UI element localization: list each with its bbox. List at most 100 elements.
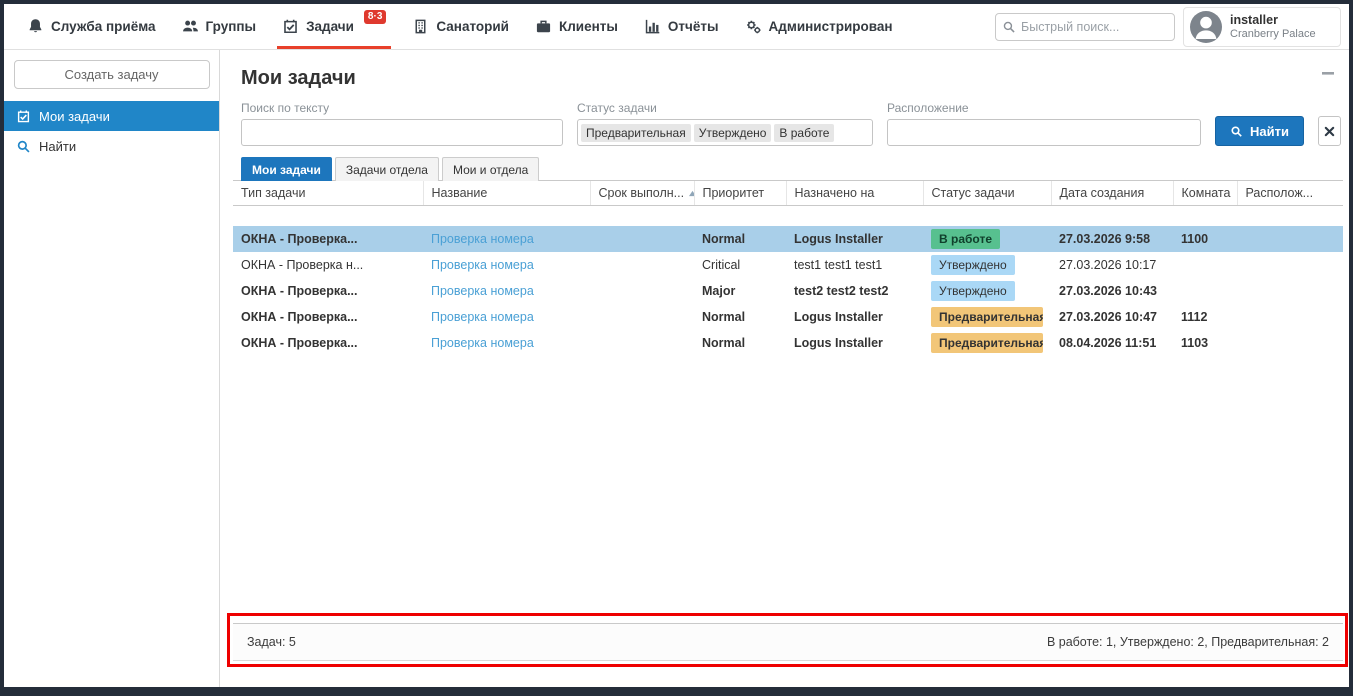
col-priority[interactable]: Приоритет xyxy=(694,181,786,206)
task-tabs: Мои задачи Задачи отдела Мои и отдела xyxy=(241,156,1343,180)
nav-label: Санаторий xyxy=(436,19,509,34)
nav-item-reports[interactable]: Отчёты xyxy=(631,4,732,49)
clear-filters-button[interactable] xyxy=(1318,116,1341,146)
tasks-count: Задач: 5 xyxy=(247,635,296,649)
status-badge: Утверждено xyxy=(931,255,1015,275)
cell-priority: Major xyxy=(694,278,786,304)
col-room[interactable]: Комната xyxy=(1173,181,1237,206)
status-badge: Утверждено xyxy=(931,281,1015,301)
status-chip[interactable]: В работе xyxy=(774,124,834,142)
location-filter-input[interactable] xyxy=(887,119,1201,146)
location-filter-label: Расположение xyxy=(887,101,1201,115)
status-filter-label: Статус задачи xyxy=(577,101,873,115)
cell-priority: Critical xyxy=(694,252,786,278)
cell-location xyxy=(1237,226,1343,252)
task-link[interactable]: Проверка номера xyxy=(431,284,534,298)
calendar-check-icon xyxy=(282,18,299,35)
app-window: Служба приёма Группы Задачи 8·3 Санатори… xyxy=(0,0,1353,696)
user-name: installer xyxy=(1230,13,1316,28)
cell-task-name: Проверка номера xyxy=(423,226,590,252)
top-navigation: Служба приёма Группы Задачи 8·3 Санатори… xyxy=(4,4,1349,50)
quick-search xyxy=(995,13,1175,41)
nav-item-sanatorium[interactable]: Санаторий xyxy=(399,4,522,49)
col-task-type[interactable]: Тип задачи xyxy=(233,181,423,206)
cell-location xyxy=(1237,252,1343,278)
cell-due xyxy=(590,252,694,278)
cell-priority: Normal xyxy=(694,330,786,356)
table-row[interactable]: ОКНА - Проверка... Проверка номера Norma… xyxy=(233,226,1343,252)
gears-icon xyxy=(745,18,762,35)
main-content: Мои задачи Поиск по тексту Статус задачи… xyxy=(220,50,1349,687)
sort-ascending-icon xyxy=(688,190,694,197)
sidebar-item-find[interactable]: Найти xyxy=(4,131,219,161)
cell-status: Утверждено xyxy=(923,278,1051,304)
cell-task-type: ОКНА - Проверка н... xyxy=(233,252,423,278)
table-spacer-row xyxy=(233,206,1343,226)
table-row[interactable]: ОКНА - Проверка... Проверка номера Norma… xyxy=(233,330,1343,356)
text-filter-input[interactable] xyxy=(241,119,563,146)
person-icon xyxy=(1190,11,1222,43)
cell-priority: Normal xyxy=(694,304,786,330)
nav-item-reception[interactable]: Служба приёма xyxy=(14,4,169,49)
nav-label: Администрирован xyxy=(769,19,893,34)
cell-created: 27.03.2026 10:43 xyxy=(1051,278,1173,304)
nav-label: Клиенты xyxy=(559,19,618,34)
col-due-date[interactable]: Срок выполн... xyxy=(590,181,694,206)
cell-room xyxy=(1173,252,1237,278)
status-filter-input[interactable]: Предварительная Утверждено В работе xyxy=(577,119,873,146)
nav-item-tasks[interactable]: Задачи 8·3 xyxy=(269,4,399,49)
status-chip[interactable]: Предварительная xyxy=(581,124,691,142)
cell-task-type: ОКНА - Проверка... xyxy=(233,330,423,356)
user-menu[interactable]: installer Cranberry Palace xyxy=(1183,7,1341,47)
cell-status: Предварительная xyxy=(923,304,1051,330)
calendar-check-icon xyxy=(16,109,31,124)
create-task-button[interactable]: Создать задачу xyxy=(14,60,210,89)
search-icon xyxy=(16,139,31,154)
task-link[interactable]: Проверка номера xyxy=(431,258,534,272)
task-table-area: Тип задачи Название Срок выполн... Приор… xyxy=(233,180,1343,623)
sidebar-item-label: Найти xyxy=(39,139,76,154)
cell-task-name: Проверка номера xyxy=(423,278,590,304)
status-summary: В работе: 1, Утверждено: 2, Предваритель… xyxy=(1047,635,1329,649)
status-chip[interactable]: Утверждено xyxy=(694,124,772,142)
collapse-dash-icon[interactable] xyxy=(1321,64,1335,79)
nav-item-groups[interactable]: Группы xyxy=(169,4,270,49)
col-status[interactable]: Статус задачи xyxy=(923,181,1051,206)
cell-room: 1112 xyxy=(1173,304,1237,330)
col-created[interactable]: Дата создания xyxy=(1051,181,1173,206)
col-assignee[interactable]: Назначено на xyxy=(786,181,923,206)
task-table: Тип задачи Название Срок выполн... Приор… xyxy=(233,181,1343,356)
cell-assignee: test2 test2 test2 xyxy=(786,278,923,304)
table-header-row: Тип задачи Название Срок выполн... Приор… xyxy=(233,181,1343,206)
sidebar: Создать задачу Мои задачи Найти xyxy=(4,50,220,687)
col-location[interactable]: Располож... xyxy=(1237,181,1343,206)
tab-department-tasks[interactable]: Задачи отдела xyxy=(335,157,439,181)
bar-chart-icon xyxy=(644,18,661,35)
cell-location xyxy=(1237,304,1343,330)
nav-item-clients[interactable]: Клиенты xyxy=(522,4,631,49)
tab-mine-and-department[interactable]: Мои и отдела xyxy=(442,157,539,181)
search-icon xyxy=(1230,125,1243,138)
cell-location xyxy=(1237,278,1343,304)
quick-search-input[interactable] xyxy=(1021,20,1168,34)
search-icon xyxy=(1002,20,1016,34)
main-header: Мои задачи xyxy=(233,50,1343,92)
cell-status: Предварительная xyxy=(923,330,1051,356)
table-row[interactable]: ОКНА - Проверка... Проверка номера Norma… xyxy=(233,304,1343,330)
task-link[interactable]: Проверка номера xyxy=(431,232,534,246)
task-link[interactable]: Проверка номера xyxy=(431,336,534,350)
nav-item-administration[interactable]: Администрирован xyxy=(732,4,906,49)
users-icon xyxy=(182,18,199,35)
table-row[interactable]: ОКНА - Проверка... Проверка номера Major… xyxy=(233,278,1343,304)
task-link[interactable]: Проверка номера xyxy=(431,310,534,324)
user-organization: Cranberry Palace xyxy=(1230,28,1316,41)
tab-my-tasks[interactable]: Мои задачи xyxy=(241,157,332,181)
cell-status: В работе xyxy=(923,226,1051,252)
status-badge: Предварительная xyxy=(931,307,1043,327)
bell-icon xyxy=(27,18,44,35)
table-row[interactable]: ОКНА - Проверка н... Проверка номера Cri… xyxy=(233,252,1343,278)
sidebar-item-my-tasks[interactable]: Мои задачи xyxy=(4,101,219,131)
find-button[interactable]: Найти xyxy=(1215,116,1304,146)
col-name[interactable]: Название xyxy=(423,181,590,206)
nav-label: Отчёты xyxy=(668,19,719,34)
